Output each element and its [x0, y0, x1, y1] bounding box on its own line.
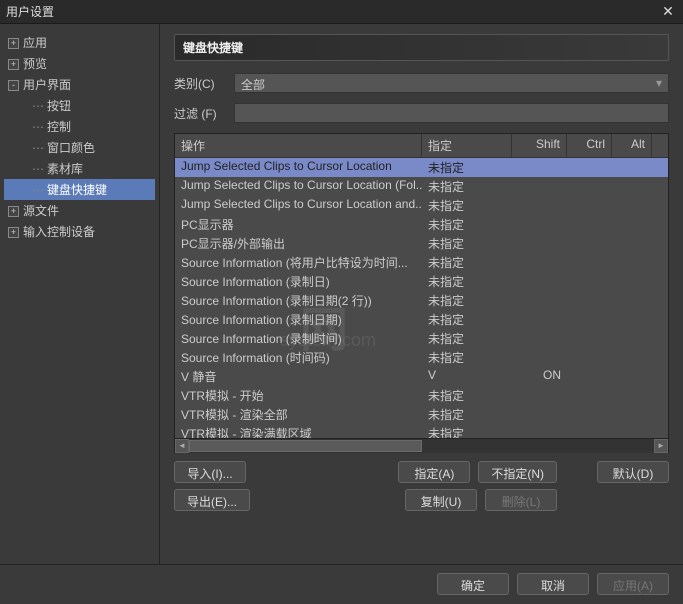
table-row[interactable]: Source Information (录制日期)未指定: [175, 310, 668, 329]
button-row-1: 导入(I)... 指定(A) 不指定(N) 默认(D): [174, 461, 669, 483]
sidebar-item-label: 输入控制设备: [23, 225, 95, 239]
table-row[interactable]: Source Information (录制时间)未指定: [175, 329, 668, 348]
sidebar-item-label: 用户界面: [23, 78, 71, 92]
scroll-track[interactable]: [189, 439, 654, 453]
filter-input[interactable]: [234, 103, 669, 123]
filter-row: 过滤 (F): [174, 103, 669, 123]
category-label: 类别(C): [174, 75, 234, 92]
ok-button[interactable]: 确定: [437, 573, 509, 595]
col-assign[interactable]: 指定: [422, 134, 512, 157]
default-button[interactable]: 默认(D): [597, 461, 669, 483]
assign-button[interactable]: 指定(A): [398, 461, 470, 483]
delete-button[interactable]: 删除(L): [485, 489, 557, 511]
main-area: +应用+预览-用户界面⋯按钮⋯控制⋯窗口颜色⋯素材库⋯键盘快捷键+源文件+输入控…: [0, 24, 683, 564]
category-dropdown[interactable]: 全部: [234, 73, 669, 93]
sidebar-item-label: 源文件: [23, 204, 59, 218]
import-button[interactable]: 导入(I)...: [174, 461, 246, 483]
duplicate-button[interactable]: 复制(U): [405, 489, 477, 511]
sidebar-item[interactable]: ⋯键盘快捷键: [4, 179, 155, 200]
shortcuts-table: 操作 指定 Shift Ctrl Alt Jump Selected Clips…: [174, 133, 669, 453]
col-alt[interactable]: Alt: [612, 134, 652, 157]
sidebar-item-label: 控制: [47, 120, 71, 134]
sidebar-item[interactable]: ⋯窗口颜色: [4, 137, 155, 158]
table-row[interactable]: VTR模拟 - 渲染满载区域未指定: [175, 424, 668, 438]
sidebar-item[interactable]: + 源文件: [4, 200, 155, 221]
titlebar: 用户设置 ✕: [0, 0, 683, 24]
section-header: 键盘快捷键: [174, 34, 669, 61]
table-row[interactable]: Source Information (将用户比特设为时间...未指定: [175, 253, 668, 272]
h-scrollbar[interactable]: ◄ ►: [175, 438, 668, 452]
expand-icon[interactable]: +: [8, 206, 19, 217]
sidebar-item[interactable]: ⋯控制: [4, 116, 155, 137]
category-value: 全部: [241, 78, 265, 92]
expand-icon[interactable]: +: [8, 227, 19, 238]
sidebar-item-label: 键盘快捷键: [47, 183, 107, 197]
table-row[interactable]: PC显示器/外部输出未指定: [175, 234, 668, 253]
expand-icon[interactable]: +: [8, 59, 19, 70]
unassign-button[interactable]: 不指定(N): [478, 461, 557, 483]
footer: 确定 取消 应用(A): [0, 564, 683, 603]
col-ctrl[interactable]: Ctrl: [567, 134, 612, 157]
cancel-button[interactable]: 取消: [517, 573, 589, 595]
sidebar-item[interactable]: ⋯素材库: [4, 158, 155, 179]
sidebar-item-label: 窗口颜色: [47, 141, 95, 155]
expand-icon[interactable]: +: [8, 38, 19, 49]
apply-button[interactable]: 应用(A): [597, 573, 669, 595]
button-row-2: 导出(E)... 复制(U) 删除(L): [174, 489, 669, 511]
sidebar-item-label: 应用: [23, 36, 47, 50]
table-row[interactable]: Source Information (时间码)未指定: [175, 348, 668, 367]
table-row[interactable]: Jump Selected Clips to Cursor Location a…: [175, 196, 668, 215]
col-action[interactable]: 操作: [175, 134, 422, 157]
sidebar-item[interactable]: + 应用: [4, 32, 155, 53]
table-row[interactable]: Source Information (录制日期(2 行))未指定: [175, 291, 668, 310]
sidebar: +应用+预览-用户界面⋯按钮⋯控制⋯窗口颜色⋯素材库⋯键盘快捷键+源文件+输入控…: [0, 24, 160, 564]
scroll-right-icon[interactable]: ►: [654, 439, 668, 453]
sidebar-item[interactable]: ⋯按钮: [4, 95, 155, 116]
table-row[interactable]: Jump Selected Clips to Cursor Location (…: [175, 177, 668, 196]
col-shift[interactable]: Shift: [512, 134, 567, 157]
table-row[interactable]: Source Information (录制日)未指定: [175, 272, 668, 291]
table-row[interactable]: V 静音VON: [175, 367, 668, 386]
export-button[interactable]: 导出(E)...: [174, 489, 250, 511]
sidebar-item[interactable]: + 输入控制设备: [4, 221, 155, 242]
scroll-thumb[interactable]: [189, 440, 422, 452]
category-row: 类别(C) 全部: [174, 73, 669, 93]
table-row[interactable]: VTR模拟 - 开始未指定: [175, 386, 668, 405]
close-icon[interactable]: ✕: [659, 3, 677, 20]
table-header: 操作 指定 Shift Ctrl Alt: [175, 134, 668, 158]
content-panel: 键盘快捷键 类别(C) 全部 过滤 (F) 操作 指定 Shift Ctrl A…: [160, 24, 683, 564]
collapse-icon[interactable]: -: [8, 80, 19, 91]
table-row[interactable]: VTR模拟 - 渲染全部未指定: [175, 405, 668, 424]
window-title: 用户设置: [6, 3, 54, 20]
sidebar-item-label: 按钮: [47, 99, 71, 113]
scroll-left-icon[interactable]: ◄: [175, 439, 189, 453]
sidebar-item[interactable]: + 预览: [4, 53, 155, 74]
sidebar-item[interactable]: -用户界面: [4, 74, 155, 95]
sidebar-item-label: 素材库: [47, 162, 83, 176]
table-row[interactable]: Jump Selected Clips to Cursor Location未指…: [175, 158, 668, 177]
table-body: Jump Selected Clips to Cursor Location未指…: [175, 158, 668, 438]
filter-label: 过滤 (F): [174, 105, 234, 122]
table-row[interactable]: PC显示器未指定: [175, 215, 668, 234]
sidebar-item-label: 预览: [23, 57, 47, 71]
